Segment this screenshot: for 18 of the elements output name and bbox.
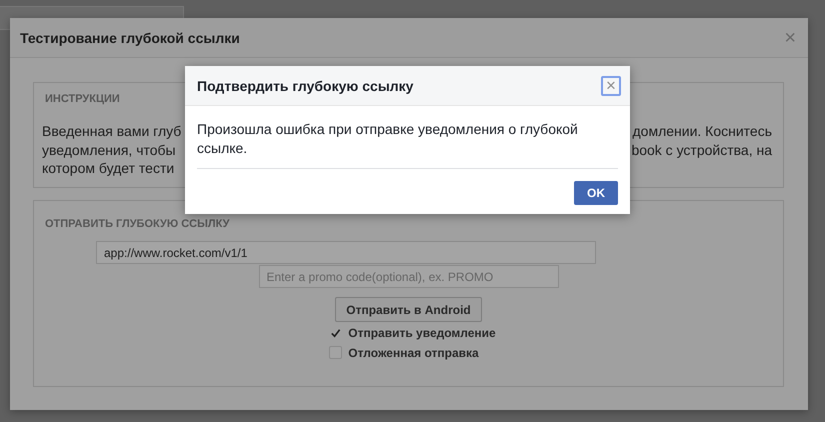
close-button[interactable]: ×	[601, 76, 621, 96]
send-button[interactable]: Отправить в Android	[335, 297, 482, 322]
section-heading: ИНСТРУКЦИИ	[45, 93, 120, 107]
checkbox-label: Отложенная отправка	[348, 346, 479, 360]
checkbox-label: Отправить уведомление	[348, 326, 496, 340]
instruction-text: домлении. Коснитесь	[632, 122, 772, 140]
instruction-text: book с устройства, на	[631, 140, 772, 159]
promo-code-field[interactable]: Enter a promo code(optional), ex. PROMO	[258, 265, 558, 288]
checkbox[interactable]	[329, 346, 342, 359]
dialog-title: Тестирование глубокой ссылки	[20, 30, 240, 46]
error-message: Произошла ошибка при отправке уведомления о глубокой ссылке.	[197, 120, 618, 169]
ok-button[interactable]: OK	[574, 181, 618, 205]
dialog-title: Подтвердить глубокую ссылку	[197, 78, 414, 94]
instruction-text: уведомления, чтобы	[42, 140, 176, 159]
url-field[interactable]: app://www.rocket.com/v1/1	[96, 241, 596, 264]
instruction-text: котором будет тести	[42, 159, 174, 178]
instruction-text: Введенная вами глуб	[42, 122, 182, 140]
section-heading: ОТПРАВИТЬ ГЛУБОКУЮ ССЫЛКУ	[45, 218, 230, 232]
